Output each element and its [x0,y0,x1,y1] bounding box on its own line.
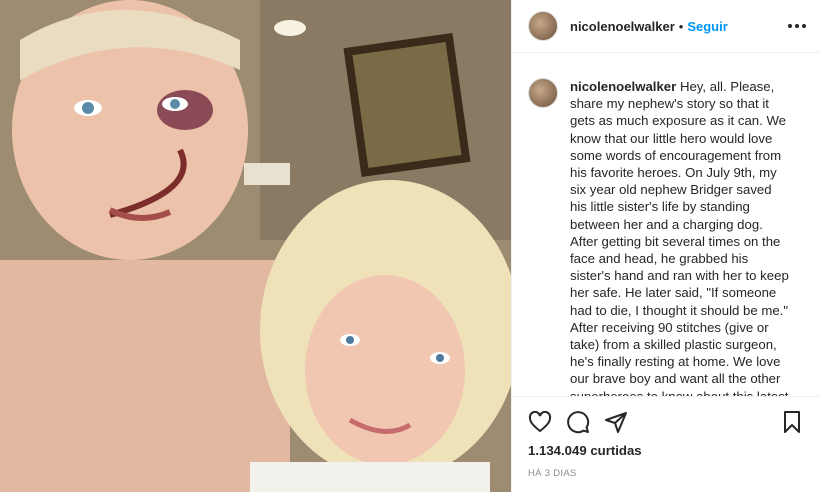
caption: nicolenoelwalker Hey, all. Please, share… [528,64,804,396]
comment-icon[interactable] [566,410,590,434]
likes-count[interactable]: 1.134.049 curtidas [528,443,804,458]
author-username[interactable]: nicolenoelwalker [570,19,675,34]
bookmark-icon[interactable] [780,410,804,434]
heart-icon[interactable] [528,410,552,434]
post-timestamp[interactable]: HÁ 3 DIAS [528,468,804,479]
post-sidebar: nicolenoelwalker • Seguir nicolenoelwalk… [511,0,820,492]
share-icon[interactable] [604,410,628,434]
action-icons [528,397,804,447]
actions-section: 1.134.049 curtidas HÁ 3 DIAS [512,396,820,492]
comments-section[interactable]: nicolenoelwalker Hey, all. Please, share… [512,64,820,396]
author-avatar[interactable] [528,11,558,41]
caption-username[interactable]: nicolenoelwalker [570,79,676,94]
more-options-icon[interactable] [788,24,806,28]
caption-body: Hey, all. Please, share my nephew's stor… [570,79,789,396]
post-header: nicolenoelwalker • Seguir [512,0,820,53]
post-photo[interactable] [0,0,511,492]
photo-illustration [0,0,511,492]
caption-text-block: nicolenoelwalker Hey, all. Please, share… [570,78,790,396]
follow-button[interactable]: Seguir [687,19,727,34]
separator-dot: • [678,18,684,34]
caption-avatar[interactable] [528,78,558,108]
instagram-post: nicolenoelwalker • Seguir nicolenoelwalk… [0,0,820,492]
